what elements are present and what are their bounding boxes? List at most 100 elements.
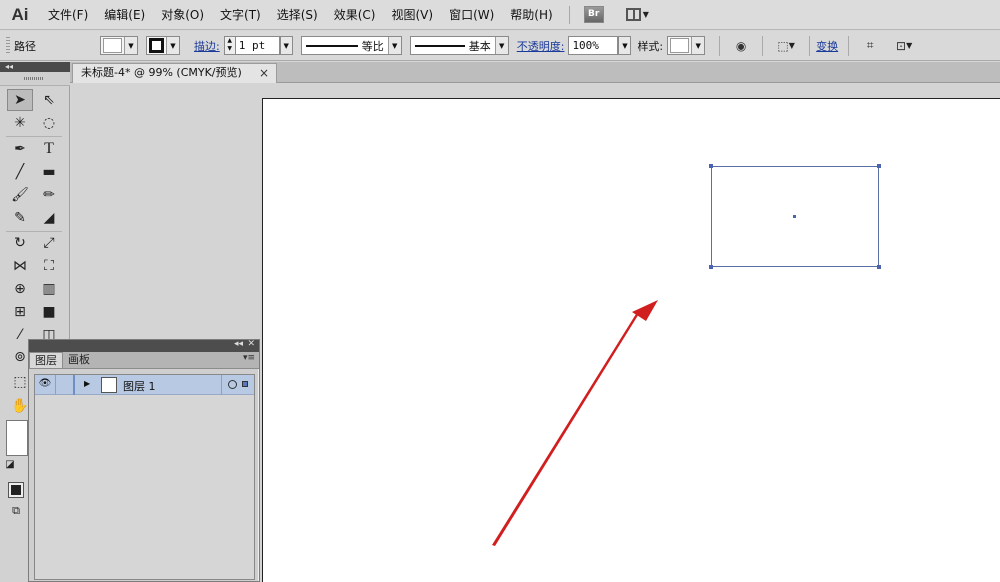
eraser-tool[interactable]: ◢ [36, 207, 62, 229]
pen-tool[interactable]: ✒ [7, 138, 33, 160]
bridge-button[interactable]: Br [583, 6, 604, 23]
collapse-panel-button[interactable]: ◂◂ [234, 339, 243, 349]
tab-layers[interactable]: 图层 [29, 352, 63, 368]
layers-panel-titlebar[interactable]: ◂◂ ✕ [29, 339, 259, 352]
close-icon[interactable]: × [259, 64, 269, 82]
hand-icon: ✋ [11, 398, 29, 414]
opacity-panel-link[interactable]: 不透明度: [517, 38, 565, 54]
chevron-down-icon: ▼ [788, 41, 795, 50]
free-transform-tool[interactable]: ⛶ [36, 255, 62, 277]
screen-mode-icon: ⧉ [12, 504, 20, 517]
default-colors-button[interactable]: ◪ [0, 456, 20, 472]
menu-help[interactable]: 帮助(H) [502, 0, 560, 30]
align-dropdown-button[interactable]: ⬚ ▼ [771, 35, 801, 57]
chevron-down-icon: ▼ [494, 37, 508, 54]
gradient-tool[interactable]: ■ [36, 301, 62, 323]
layer-name[interactable]: 图层 1 [123, 378, 156, 394]
chevron-down-icon: ▼ [166, 37, 179, 54]
selection-indicator-icon[interactable] [242, 381, 248, 387]
type-icon: T [44, 140, 54, 157]
draw-mode-button[interactable] [8, 482, 24, 498]
eye-icon[interactable]: 👁 [38, 378, 52, 390]
pencil-tool[interactable]: ✏ [36, 184, 62, 206]
width-tool[interactable]: ⋈ [7, 255, 33, 277]
tab-artboards[interactable]: 画板 [63, 352, 95, 368]
profile-line-preview [305, 44, 358, 47]
graphic-style-dropdown[interactable]: ▼ [667, 36, 706, 55]
free-transform-icon: ⛶ [44, 258, 54, 274]
control-bar-grip[interactable] [6, 36, 10, 55]
target-icon[interactable] [228, 380, 237, 389]
pen-icon: ✒ [14, 141, 26, 157]
menu-separator [568, 5, 570, 24]
opacity-dropdown[interactable]: ▼ [618, 36, 632, 55]
paintbrush-tool[interactable]: 🖌 [7, 184, 33, 206]
menu-edit[interactable]: 编辑(E) [96, 0, 153, 30]
blob-brush-tool[interactable]: ✎ [7, 207, 33, 229]
scale-tool[interactable]: ⤢ [36, 232, 62, 254]
rectangle-tool[interactable]: ▬ [36, 161, 62, 183]
workspace-switcher-button[interactable]: ▼ [625, 8, 649, 21]
menu-type[interactable]: 文字(T) [212, 0, 269, 30]
stroke-weight-dropdown[interactable]: ▼ [279, 36, 293, 55]
graph-icon: ▥ [42, 281, 56, 297]
rectangle-icon: ▬ [42, 164, 56, 180]
opacity-input[interactable]: 100% [568, 36, 619, 55]
lasso-tool[interactable]: ◌ [36, 112, 62, 134]
menu-file[interactable]: 文件(F) [40, 0, 96, 30]
menu-effect[interactable]: 效果(C) [326, 0, 384, 30]
toolbox-grip[interactable] [0, 72, 70, 86]
line-tool[interactable]: ╱ [7, 161, 33, 183]
direct-selection-tool[interactable]: ⇖ [36, 89, 62, 111]
panel-menu-icon[interactable]: ▾≡ [243, 353, 255, 363]
width-icon: ⋈ [13, 258, 27, 274]
pencil-icon: ✏ [43, 187, 55, 203]
menu-object[interactable]: 对象(O) [153, 0, 212, 30]
menu-window[interactable]: 窗口(W) [441, 0, 502, 30]
fill-color-box[interactable] [6, 420, 28, 456]
chevron-down-icon: ▼ [691, 37, 705, 54]
eyedropper-icon: ⁄ [18, 327, 22, 343]
scale-icon: ⤢ [43, 235, 55, 251]
anchor-point[interactable] [709, 164, 713, 168]
mesh-tool[interactable]: ⊞ [7, 301, 33, 323]
artboard[interactable] [262, 98, 1000, 582]
selection-type-label: 路径 [14, 39, 36, 53]
stroke-weight-stepper[interactable]: ▲ ▼ [223, 36, 236, 55]
rotate-tool[interactable]: ↻ [7, 232, 33, 254]
close-icon[interactable]: ✕ [247, 339, 255, 349]
transform-panel-link[interactable]: 变换 [816, 38, 838, 54]
isolate-icon: ⌗ [866, 38, 874, 52]
variable-width-dropdown[interactable]: 等比 ▼ [300, 36, 402, 55]
anchor-point[interactable] [709, 265, 713, 269]
stroke-swatch-dropdown[interactable]: ▼ [146, 36, 180, 55]
screen-mode-button[interactable]: ⧉ [6, 502, 26, 520]
menu-bar: Ai 文件(F) 编辑(E) 对象(O) 文字(T) 选择(S) 效果(C) 视… [0, 0, 1000, 30]
panel-options-button[interactable]: ⊡ ▼ [887, 35, 921, 57]
blob-brush-icon: ✎ [14, 210, 26, 226]
document-tab[interactable]: 未标题-4* @ 99% (CMYK/预览) × [72, 63, 277, 83]
stroke-weight-input[interactable]: 1 pt [235, 36, 280, 55]
lock-toggle[interactable] [55, 375, 75, 395]
shape-builder-icon: ⊕ [14, 281, 26, 297]
shape-builder-tool[interactable]: ⊕ [7, 278, 33, 300]
type-tool[interactable]: T [36, 138, 62, 160]
stroke-panel-link[interactable]: 描边: [194, 38, 220, 54]
document-tab-bar: 未标题-4* @ 99% (CMYK/预览) × [70, 62, 1000, 83]
fill-swatch-dropdown[interactable]: ▼ [100, 36, 138, 55]
brush-dropdown[interactable]: 基本 ▼ [409, 36, 509, 55]
stroke-swatch [149, 38, 164, 53]
magic-wand-tool[interactable]: ✳ [7, 112, 33, 134]
recolor-artwork-button[interactable]: ◉ [728, 35, 754, 57]
menu-view[interactable]: 视图(V) [383, 0, 441, 30]
isolate-selection-button[interactable]: ⌗ [857, 35, 883, 57]
menu-select[interactable]: 选择(S) [269, 0, 326, 30]
toolbox-titlebar[interactable]: ◂◂ [0, 62, 70, 72]
anchor-point[interactable] [877, 265, 881, 269]
magic-wand-icon: ✳ [14, 115, 26, 131]
layer-row[interactable]: 👁 ▶ 图层 1 [35, 375, 254, 395]
selection-tool[interactable]: ➤ [7, 89, 33, 111]
anchor-point[interactable] [877, 164, 881, 168]
graph-tool[interactable]: ▥ [36, 278, 62, 300]
expand-triangle-icon[interactable]: ▶ [84, 379, 90, 388]
